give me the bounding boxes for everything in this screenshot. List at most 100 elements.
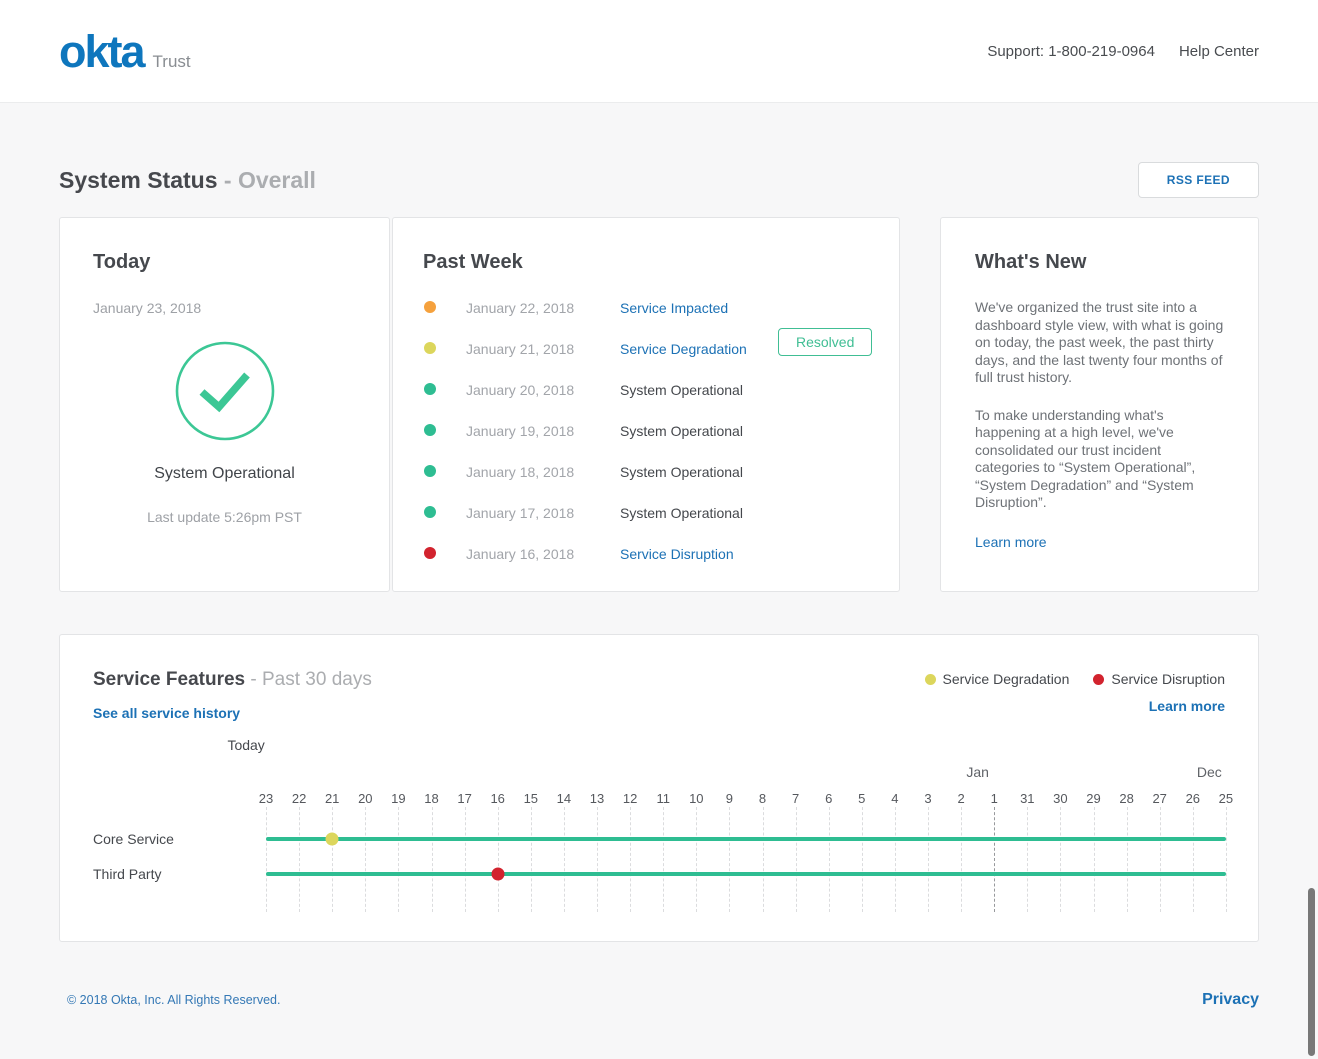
chart-gridline <box>398 807 399 912</box>
chart-gridline <box>928 807 929 912</box>
chart-gridline <box>1193 807 1194 912</box>
scrollbar-thumb[interactable] <box>1308 888 1315 1056</box>
checkmark-circle-icon <box>60 341 389 446</box>
rss-feed-button[interactable]: RSS FEED <box>1138 162 1259 198</box>
incident-dot[interactable] <box>491 868 504 881</box>
chart-tick-label: 19 <box>391 791 405 806</box>
status-dot-icon <box>424 342 436 354</box>
chart-gridline <box>994 807 995 912</box>
chart-gridline <box>498 807 499 912</box>
chart-gridline <box>729 807 730 912</box>
today-date: January 23, 2018 <box>93 300 201 316</box>
chart-tick-label: 12 <box>623 791 637 806</box>
row-status-link[interactable]: Service Disruption <box>620 546 734 562</box>
chart-gridline <box>829 807 830 912</box>
privacy-link[interactable]: Privacy <box>1202 991 1259 1009</box>
row-date: January 17, 2018 <box>466 505 574 521</box>
chart-tick-label: 17 <box>457 791 471 806</box>
status-dot-icon <box>424 465 436 477</box>
chart-gridline <box>696 807 697 912</box>
chart-tick-label: 18 <box>424 791 438 806</box>
chart-tick-label: 27 <box>1152 791 1166 806</box>
status-dot-icon <box>424 547 436 559</box>
chart-gridline <box>597 807 598 912</box>
past-week-row: January 16, 2018 Service Disruption <box>393 533 899 574</box>
past-week-row: January 22, 2018 Service Impacted <box>393 287 899 328</box>
whats-new-paragraph: To make understanding what's happening a… <box>975 407 1227 512</box>
past-week-row: January 19, 2018 System Operational <box>393 410 899 451</box>
chart-gridline <box>365 807 366 912</box>
chart-tick-label: 25 <box>1219 791 1233 806</box>
page-title-suffix: - Overall <box>224 167 316 193</box>
whats-new-learn-more-link[interactable]: Learn more <box>975 534 1047 550</box>
whats-new-card: What's New We've organized the trust sit… <box>940 217 1259 592</box>
chart-tick-label: 23 <box>259 791 273 806</box>
chart-gridline <box>332 807 333 912</box>
row-status-text: System Operational <box>620 423 743 439</box>
service-timeline-line <box>266 872 1226 876</box>
page-title: System Status - Overall <box>59 167 316 194</box>
chart-tick-label: 14 <box>557 791 571 806</box>
status-dot-icon <box>424 424 436 436</box>
timeline-chart: TodayJanDec23222120191817161514131211109… <box>60 635 1258 941</box>
chart-gridline <box>1027 807 1028 912</box>
chart-tick-label: 5 <box>858 791 865 806</box>
chart-gridline <box>465 807 466 912</box>
help-center-link[interactable]: Help Center <box>1179 43 1259 60</box>
chart-tick-label: 30 <box>1053 791 1067 806</box>
past-week-row: January 18, 2018 System Operational <box>393 451 899 492</box>
today-card-title: Today <box>93 251 150 274</box>
chart-tick-label: 15 <box>524 791 538 806</box>
row-date: January 20, 2018 <box>466 382 574 398</box>
row-status-link[interactable]: Service Impacted <box>620 300 728 316</box>
past-week-list: January 22, 2018 Service Impacted Januar… <box>393 287 899 574</box>
chart-gridline <box>763 807 764 912</box>
chart-tick-label: 9 <box>726 791 733 806</box>
chart-gridline <box>1160 807 1161 912</box>
footer: © 2018 Okta, Inc. All Rights Reserved. P… <box>59 942 1259 1009</box>
today-last-update: Last update 5:26pm PST <box>60 509 389 525</box>
chart-tick-label: 11 <box>656 791 670 806</box>
whats-new-body: We've organized the trust site into a da… <box>975 299 1227 512</box>
chart-tick-label: 20 <box>358 791 372 806</box>
status-dot-icon <box>424 383 436 395</box>
status-dot-icon <box>424 506 436 518</box>
whats-new-title: What's New <box>975 251 1086 274</box>
chart-tick-label: 10 <box>689 791 703 806</box>
service-features-card: Service Features - Past 30 days Service … <box>59 634 1259 942</box>
chart-gridline <box>630 807 631 912</box>
chart-gridline <box>432 807 433 912</box>
okta-logo[interactable]: okta <box>59 29 144 74</box>
incident-dot[interactable] <box>326 833 339 846</box>
chart-gridline <box>663 807 664 912</box>
chart-month-label: Jan <box>966 764 989 780</box>
past-week-row: January 20, 2018 System Operational <box>393 369 899 410</box>
chart-today-label: Today <box>227 737 264 753</box>
chart-gridline <box>796 807 797 912</box>
chart-gridline <box>1127 807 1128 912</box>
row-status-link[interactable]: Service Degradation <box>620 341 747 357</box>
past-week-card: Past Week January 22, 2018 Service Impac… <box>392 217 900 592</box>
row-date: January 21, 2018 <box>466 341 574 357</box>
chart-tick-label: 22 <box>292 791 306 806</box>
row-date: January 22, 2018 <box>466 300 574 316</box>
chart-month-label: Dec <box>1197 764 1222 780</box>
chart-tick-label: 6 <box>825 791 832 806</box>
today-status-text: System Operational <box>60 465 389 483</box>
resolved-badge: Resolved <box>778 328 872 356</box>
copyright-text: © 2018 Okta, Inc. All Rights Reserved. <box>59 993 280 1007</box>
chart-gridline <box>1226 807 1227 912</box>
chart-gridline <box>531 807 532 912</box>
chart-tick-label: 1 <box>991 791 998 806</box>
chart-tick-label: 31 <box>1020 791 1034 806</box>
header: okta Trust Support: 1-800-219-0964 Help … <box>0 0 1318 103</box>
chart-gridline <box>961 807 962 912</box>
chart-tick-label: 26 <box>1186 791 1200 806</box>
status-dot-icon <box>424 301 436 313</box>
logo-group: okta Trust <box>59 29 191 74</box>
chart-tick-label: 2 <box>957 791 964 806</box>
past-week-row: January 17, 2018 System Operational <box>393 492 899 533</box>
row-status-text: System Operational <box>620 505 743 521</box>
chart-gridline <box>862 807 863 912</box>
chart-tick-label: 4 <box>891 791 898 806</box>
